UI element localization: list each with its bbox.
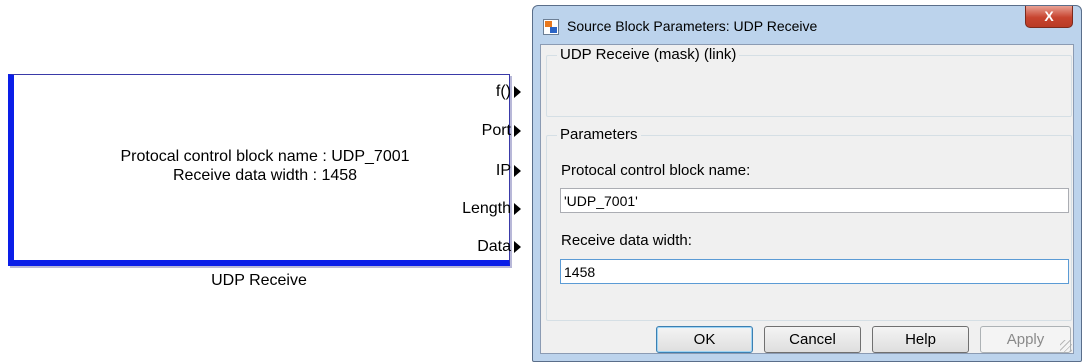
port-label: IP — [495, 162, 511, 179]
dialog-title: Source Block Parameters: UDP Receive — [567, 18, 818, 34]
data-width-label: Receive data width: — [561, 232, 692, 249]
port-arrow-icon — [514, 125, 521, 137]
port-arrow-icon — [514, 165, 521, 177]
description-group-label: UDP Receive (mask) (link) — [557, 46, 740, 63]
description-group: UDP Receive (mask) (link) — [546, 46, 1072, 117]
block-line-pcb-name: Protocal control block name : UDP_7001 — [120, 148, 410, 165]
data-width-input[interactable] — [560, 259, 1069, 284]
output-port-data[interactable]: Data — [477, 237, 521, 257]
parameters-group-label: Parameters — [557, 126, 641, 143]
pcb-name-input[interactable] — [560, 188, 1069, 213]
output-port-f[interactable]: f() — [496, 82, 521, 102]
cancel-button[interactable]: Cancel — [764, 326, 861, 353]
ok-button[interactable]: OK — [656, 326, 753, 353]
udp-receive-block[interactable]: Protocal control block name : UDP_7001 R… — [8, 74, 521, 266]
resize-grip-icon[interactable] — [1060, 340, 1072, 352]
block-line-data-width: Receive data width : 1458 — [172, 167, 358, 184]
close-button[interactable]: X — [1025, 6, 1073, 28]
block-mask-text: Protocal control block name : UDP_7001 R… — [80, 147, 450, 185]
block-parameters-dialog: Source Block Parameters: UDP Receive X U… — [532, 5, 1082, 362]
apply-button[interactable]: Apply — [980, 326, 1071, 353]
port-arrow-icon — [514, 86, 521, 98]
port-label: Port — [481, 122, 511, 139]
dialog-client-area: UDP Receive (mask) (link) Parameters Pro… — [540, 44, 1074, 354]
port-label: Length — [462, 200, 511, 217]
port-label: Data — [477, 238, 511, 255]
pcb-name-label: Protocal control block name: — [561, 162, 751, 179]
output-port-ip[interactable]: IP — [496, 161, 521, 181]
block-name-label[interactable]: UDP Receive — [8, 272, 510, 290]
port-arrow-icon — [514, 203, 521, 215]
port-arrow-icon — [514, 241, 521, 253]
output-port-port[interactable]: Port — [482, 121, 521, 141]
close-icon: X — [1044, 8, 1054, 24]
help-button[interactable]: Help — [872, 326, 969, 353]
output-port-length[interactable]: Length — [462, 199, 521, 219]
simulink-app-icon — [543, 19, 559, 35]
dialog-titlebar[interactable]: Source Block Parameters: UDP Receive X — [533, 6, 1081, 44]
port-label: f() — [495, 83, 511, 100]
